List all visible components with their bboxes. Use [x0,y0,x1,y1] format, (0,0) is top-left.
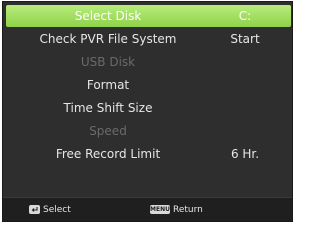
menu-item-label: Select Disk [74,9,142,23]
menu-item-label: Check PVR File System [39,32,177,46]
menu-item-free-record-limit[interactable]: Free Record Limit 6 Hr. [6,143,291,165]
return-hint-label: Return [173,204,203,215]
menu-item-usb-disk: USB Disk [6,51,291,73]
osd-menu-panel: Select Disk C: Check PVR File System Sta… [2,1,293,222]
enter-arrow-icon [31,206,38,212]
menu-item-label: Format [86,78,130,92]
menu-item-time-shift-size[interactable]: Time Shift Size [6,97,291,119]
menu-item-label: USB Disk [80,55,136,69]
menu-item-value: C: [238,9,252,23]
pvr-menu-list: Select Disk C: Check PVR File System Sta… [6,5,291,166]
menu-item-label: Time Shift Size [63,101,153,115]
menu-item-speed: Speed [6,120,291,142]
menu-key-icon: MENU [150,205,170,214]
menu-item-select-disk[interactable]: Select Disk C: [6,5,291,27]
return-hint: MENU Return [150,205,203,215]
select-hint: Select [29,205,71,215]
menu-item-label: Speed [89,124,127,138]
ok-key-icon [29,205,40,214]
select-hint-label: Select [43,204,71,215]
menu-item-value: 6 Hr. [230,147,260,161]
menu-item-label: Free Record Limit [55,147,161,161]
menu-item-check-pvr-file-system[interactable]: Check PVR File System Start [6,28,291,50]
key-hint-bar: Select MENU Return [3,197,292,221]
menu-item-format[interactable]: Format [6,74,291,96]
menu-item-value: Start [230,32,260,46]
